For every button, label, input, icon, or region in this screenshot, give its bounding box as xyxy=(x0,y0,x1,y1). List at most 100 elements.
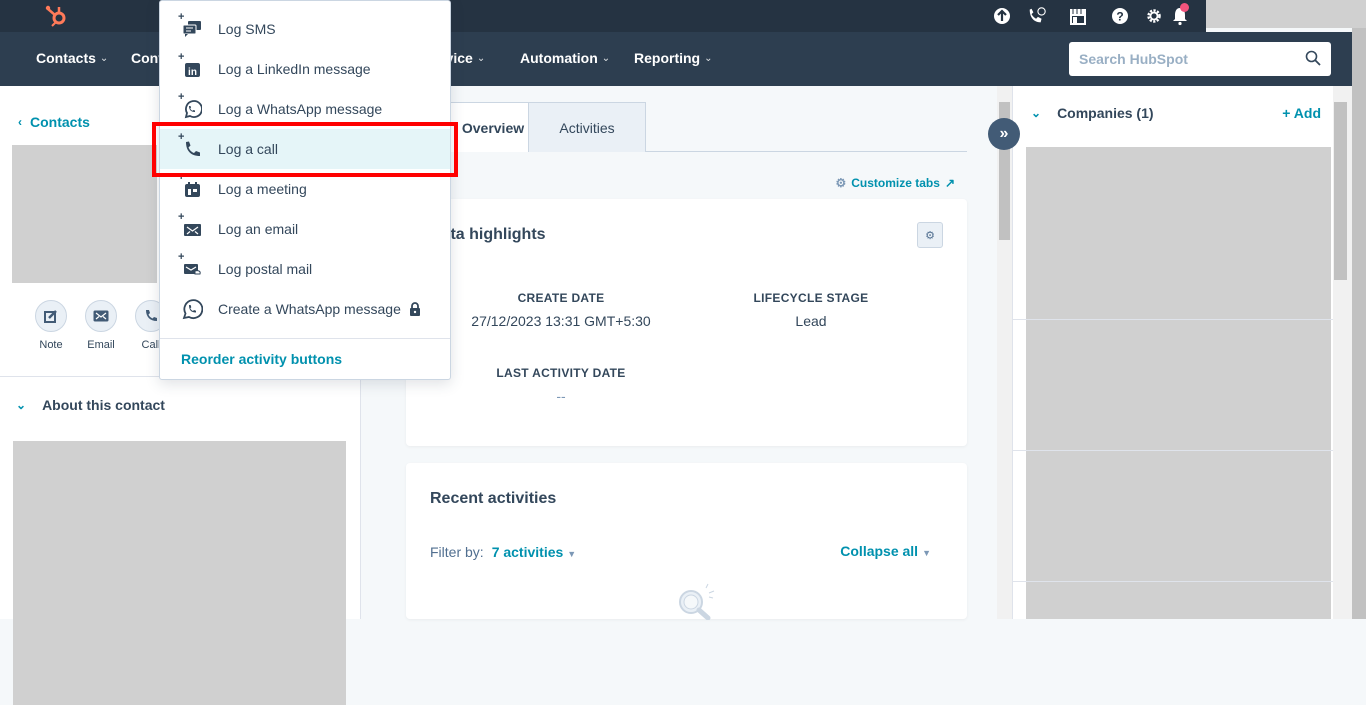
tab-activities[interactable]: Activities xyxy=(528,102,646,152)
customize-tabs-link[interactable]: ⚙ Customize tabs ↗ xyxy=(835,176,955,190)
search-box[interactable] xyxy=(1069,42,1331,76)
tab-underline xyxy=(646,151,967,152)
property-lifecycle-stage: LIFECYCLE STAGE Lead xyxy=(686,291,936,329)
gear-icon: ⚙ xyxy=(835,176,847,190)
menu-item-log-postal-mail[interactable]: + Log postal mail xyxy=(160,249,450,289)
content-scrollbar[interactable] xyxy=(997,86,1012,619)
filter-value: 7 activities xyxy=(491,544,564,560)
upgrade-icon[interactable] xyxy=(992,6,1012,26)
back-to-contacts-link[interactable]: ‹ Contacts xyxy=(18,114,90,130)
scrollbar-thumb[interactable] xyxy=(1334,102,1347,280)
add-company-link[interactable]: + Add xyxy=(1282,105,1321,121)
menu-item-log-sms[interactable]: + Log SMS xyxy=(160,9,450,49)
linkedin-icon: + in xyxy=(178,51,204,81)
divider xyxy=(1012,581,1333,582)
data-highlights-card: Data highlights ⚙ CREATE DATE 27/12/2023… xyxy=(406,199,967,446)
property-label: CREATE DATE xyxy=(517,291,605,305)
postal-mail-icon: + xyxy=(178,251,204,281)
reorder-activity-buttons-link[interactable]: Reorder activity buttons xyxy=(181,351,342,367)
property-value: -- xyxy=(556,388,566,404)
nav-automation[interactable]: Automation ⌄ xyxy=(520,50,610,66)
note-icon[interactable] xyxy=(35,300,67,332)
chevron-down-icon: ⌄ xyxy=(476,52,486,64)
chevron-down-icon: ⌄ xyxy=(704,52,713,64)
marketplace-icon[interactable] xyxy=(1068,6,1088,26)
action-label: Email xyxy=(87,339,115,351)
svg-text:?: ? xyxy=(1116,10,1123,24)
recent-activities-card: Recent activities Filter by: 7 activitie… xyxy=(406,463,967,620)
email-icon: + xyxy=(178,211,204,241)
menu-item-label: Log a call xyxy=(218,141,278,157)
menu-item-label: Log a meeting xyxy=(218,181,307,197)
menu-item-create-whatsapp[interactable]: Create a WhatsApp message xyxy=(160,289,450,329)
browser-gray-area xyxy=(1206,0,1366,28)
svg-text:in: in xyxy=(188,67,197,78)
nav-reporting[interactable]: Reporting ⌄ xyxy=(634,50,713,66)
search-icon[interactable] xyxy=(1305,50,1321,66)
about-section-toggle[interactable]: ⌄ About this contact xyxy=(16,397,165,413)
menu-divider xyxy=(160,338,450,339)
lock-icon xyxy=(409,302,420,316)
menu-item-log-call[interactable]: + Log a call xyxy=(160,129,450,169)
email-action[interactable]: Email xyxy=(84,300,118,351)
property-value: 27/12/2023 13:31 GMT+5:30 xyxy=(471,313,651,329)
page-scrollbar[interactable] xyxy=(1352,28,1366,619)
menu-item-label: Log an email xyxy=(218,221,299,237)
note-action[interactable]: Note xyxy=(34,300,68,351)
menu-item-label: Create a WhatsApp message xyxy=(218,301,401,317)
customize-label: Customize tabs xyxy=(851,176,940,190)
sms-icon: + xyxy=(178,11,204,41)
help-icon[interactable]: ? xyxy=(1110,6,1130,26)
search-input[interactable] xyxy=(1079,51,1299,67)
menu-item-label: Log a WhatsApp message xyxy=(218,101,383,117)
property-label: LAST ACTIVITY DATE xyxy=(496,366,626,380)
menu-item-log-meeting[interactable]: + Log a meeting xyxy=(160,169,450,209)
hubspot-logo[interactable] xyxy=(44,4,70,28)
menu-item-label: Log postal mail xyxy=(218,261,313,277)
menu-item-label: Log SMS xyxy=(218,21,276,37)
divider xyxy=(1012,319,1333,320)
highlights-settings-button[interactable]: ⚙ xyxy=(917,222,943,248)
settings-icon[interactable] xyxy=(1144,6,1164,26)
chevron-down-icon: ⌄ xyxy=(601,52,611,64)
card-title: Recent activities xyxy=(430,490,557,507)
filter-row: Filter by: 7 activities ▼ xyxy=(430,544,576,560)
companies-section-toggle[interactable]: ⌄ Companies (1) xyxy=(1031,105,1154,121)
whatsapp-icon xyxy=(180,297,204,321)
expand-sidebar-button[interactable]: » xyxy=(988,118,1020,150)
caret-down-icon: ▼ xyxy=(922,548,931,558)
menu-item-log-email[interactable]: + Log an email xyxy=(160,209,450,249)
double-chevron-right-icon: » xyxy=(999,125,1009,142)
collapse-label: Collapse all xyxy=(840,543,919,559)
about-label: About this contact xyxy=(42,397,165,413)
whatsapp-icon: + xyxy=(178,91,204,121)
nav-contacts[interactable]: Contacts ⌄ xyxy=(36,50,108,66)
menu-item-log-linkedin[interactable]: + in Log a LinkedIn message xyxy=(160,49,450,89)
property-label: LIFECYCLE STAGE xyxy=(753,291,869,305)
menu-item-log-whatsapp[interactable]: + Log a WhatsApp message xyxy=(160,89,450,129)
associations-sidebar: ⌄ Companies (1) + Add xyxy=(1012,86,1333,619)
action-label: Call xyxy=(141,339,161,351)
companies-label: Companies (1) xyxy=(1057,105,1154,121)
activity-filter-dropdown[interactable]: 7 activities ▼ xyxy=(492,544,577,560)
notification-badge xyxy=(1180,3,1189,12)
about-content-redacted xyxy=(13,441,346,705)
action-label: Note xyxy=(39,339,63,351)
gear-icon: ⚙ xyxy=(925,229,935,242)
chevron-down-icon: ⌄ xyxy=(16,398,27,412)
tab-label: Overview xyxy=(461,119,525,136)
calling-icon[interactable] xyxy=(1027,6,1047,26)
external-link-icon: ↗ xyxy=(944,176,955,190)
log-activity-menu: + Log SMS + in Log a LinkedIn message + L… xyxy=(159,0,451,380)
nav-label: Automation xyxy=(520,50,598,66)
company-content-redacted xyxy=(1026,147,1331,619)
contact-header-redacted xyxy=(12,145,157,283)
property-value: Lead xyxy=(795,313,827,329)
sidebar-scrollbar[interactable] xyxy=(1333,86,1352,619)
chevron-left-icon: ‹ xyxy=(18,115,22,129)
activity-buttons: Note Email Call xyxy=(34,300,168,351)
main-content: Overview Activities ⚙ Customize tabs ↗ D… xyxy=(377,86,997,620)
back-label: Contacts xyxy=(30,114,90,130)
collapse-all-dropdown[interactable]: Collapse all ▼ xyxy=(840,543,931,559)
email-icon[interactable] xyxy=(85,300,117,332)
